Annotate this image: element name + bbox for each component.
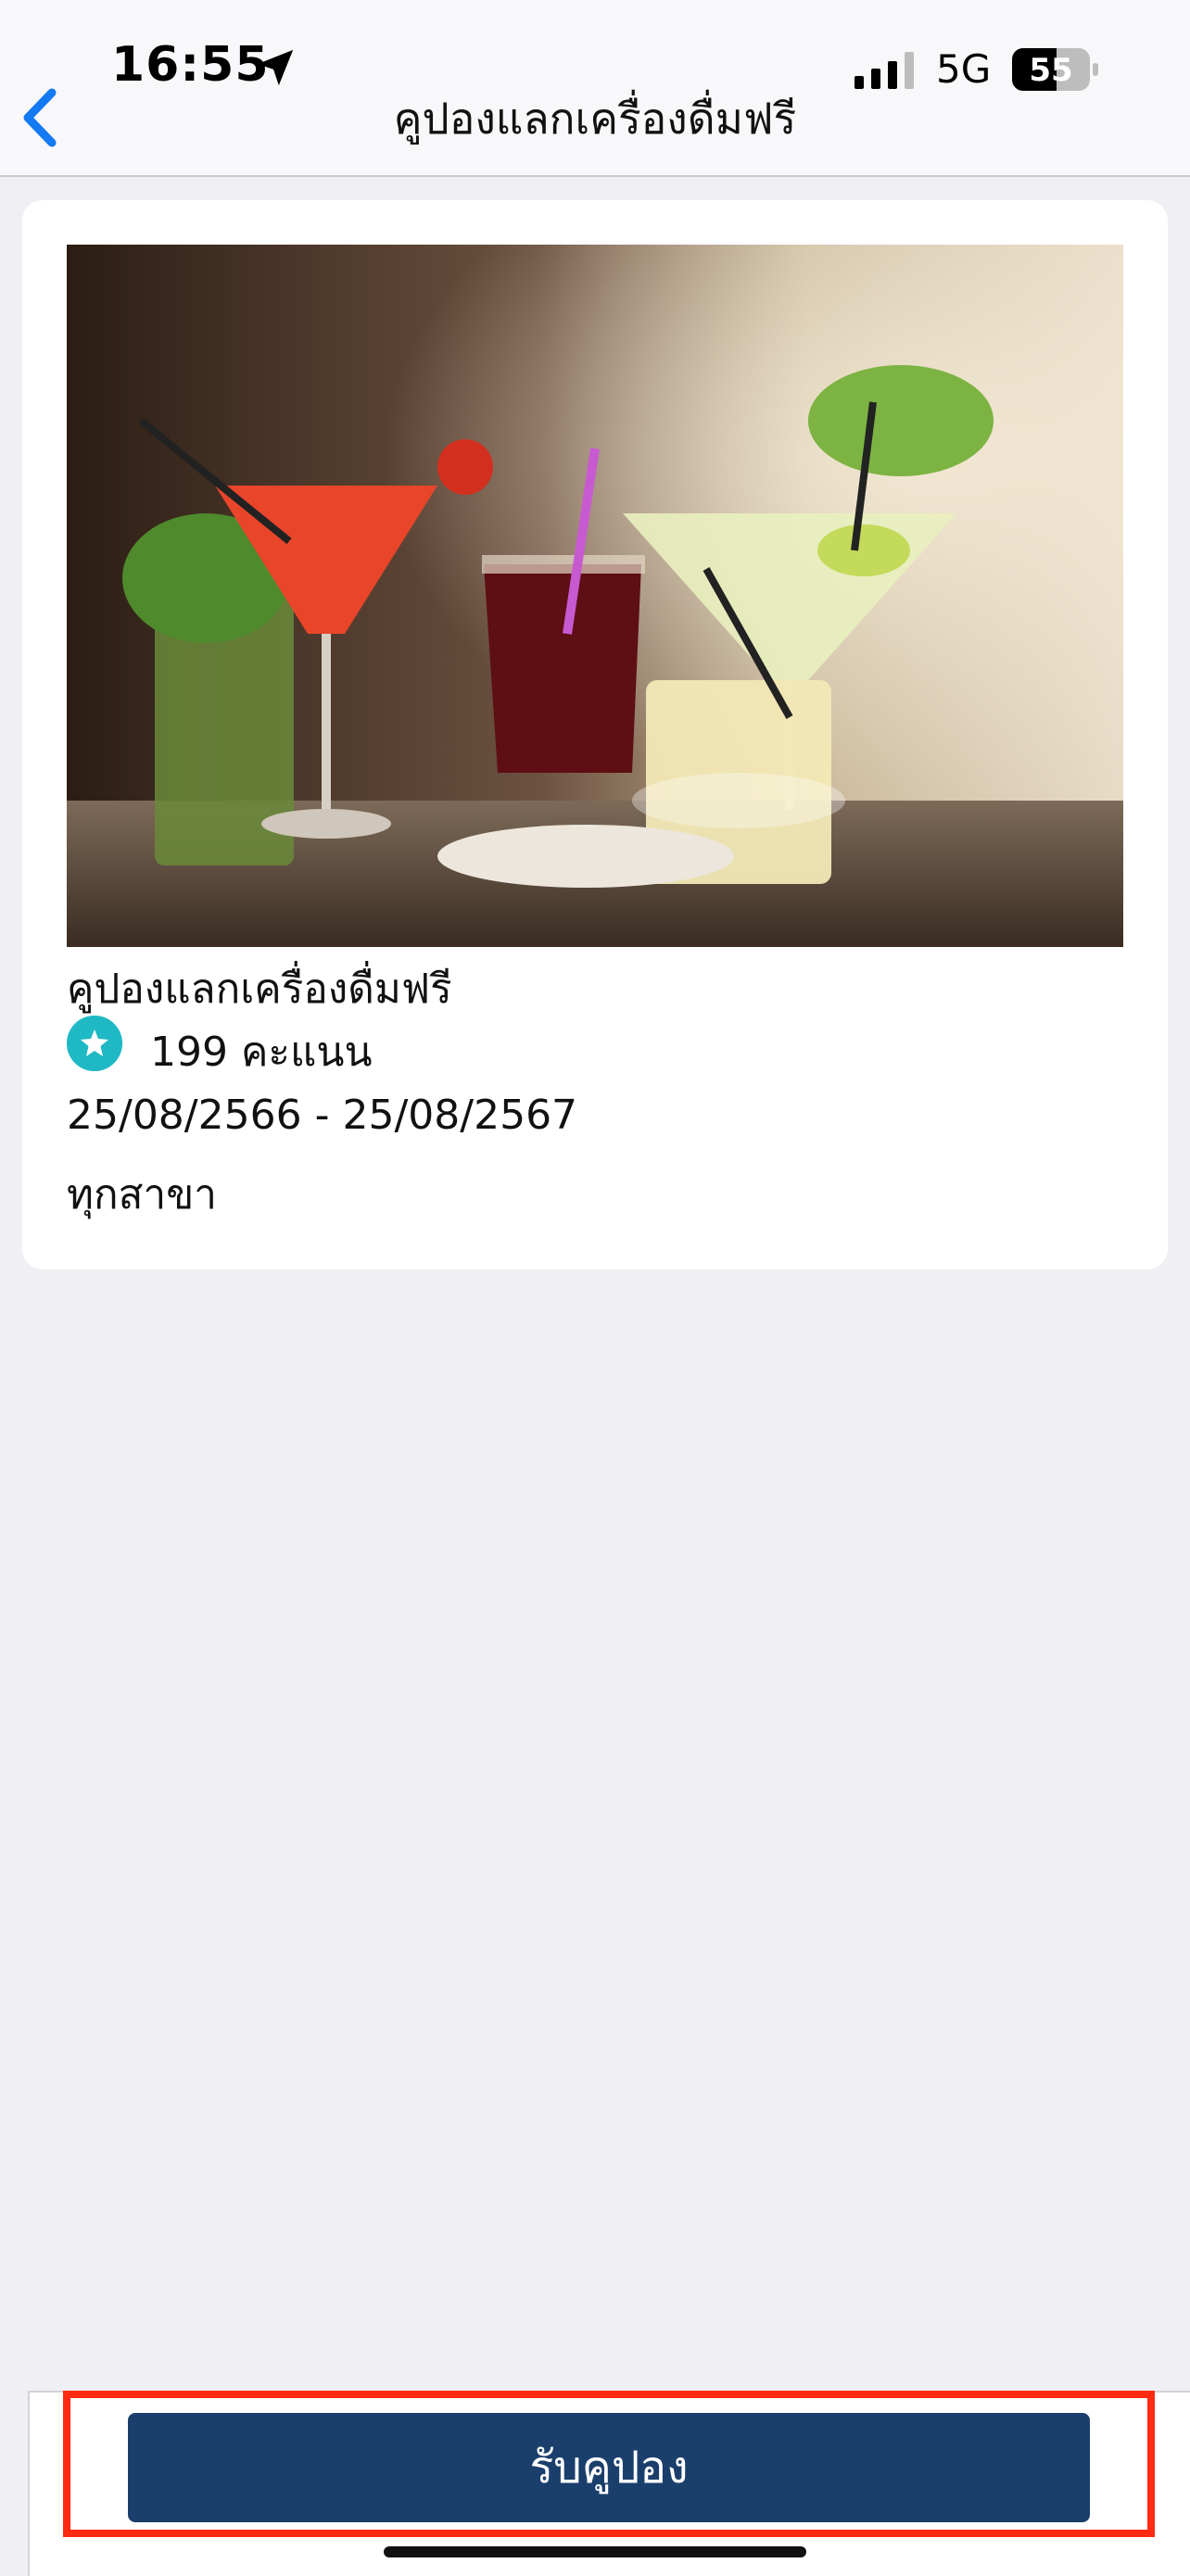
star-badge-icon [67,1016,122,1071]
page-title: คูปองแลกเครื่องดื่มฟรี [393,94,797,144]
coupon-name: คูปองแลกเครื่องดื่มฟรี [67,966,452,1013]
status-time: 16:55 [111,37,270,93]
redeem-coupon-button[interactable]: รับคูปอง [128,2413,1090,2522]
coupon-validity-dates: 25/08/2566 - 25/08/2567 [67,1092,578,1139]
coupon-card: คูปองแลกเครื่องดื่มฟรี 199 คะแนน 25/08/2… [22,200,1168,1269]
signal-bars-icon [855,52,914,89]
battery-level: 55 [1029,52,1072,89]
location-arrow-icon [257,49,294,86]
points-value: 199 คะแนน [150,1029,373,1076]
coupon-branch: ทุกสาขา [67,1171,217,1219]
home-indicator [384,2546,806,2557]
navigation-header: 16:55 5G 55 คูปองแลกเครื่องดื่มฟรี [0,0,1190,177]
coupon-photo [67,245,1123,947]
